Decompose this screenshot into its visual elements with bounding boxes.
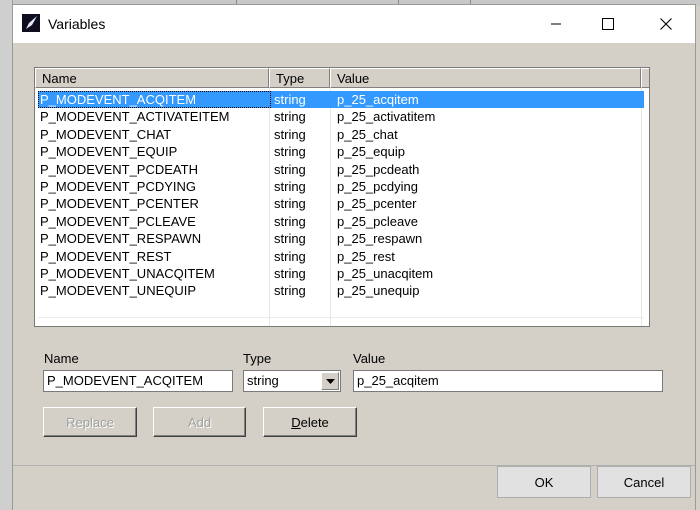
table-row[interactable]: P_MODEVENT_CHAT string p_25_chat bbox=[38, 126, 644, 143]
table-row[interactable]: P_MODEVENT_ACQITEM string p_25_acqitem bbox=[38, 91, 644, 108]
minimize-button[interactable] bbox=[527, 5, 585, 43]
row-type-cell: string bbox=[274, 213, 306, 229]
variables-list[interactable]: Name Type Value P_MODEVENT_ACQITEM string… bbox=[34, 67, 650, 327]
list-header: Name Type Value bbox=[35, 68, 649, 88]
type-select-value: string bbox=[247, 373, 279, 388]
row-name-cell: P_MODEVENT_CHAT bbox=[40, 126, 172, 142]
minimize-icon bbox=[551, 23, 561, 25]
close-icon bbox=[660, 18, 672, 30]
row-type-cell: string bbox=[274, 231, 306, 247]
row-type-cell: string bbox=[274, 179, 306, 194]
row-name-cell: P_MODEVENT_ACQITEM bbox=[40, 92, 197, 107]
value-label: Value bbox=[353, 351, 386, 366]
delete-button[interactable]: Delete bbox=[263, 407, 357, 437]
row-name-cell: P_MODEVENT_RESPAWN bbox=[40, 231, 202, 247]
row-value-cell: p_25_pcdeath bbox=[337, 161, 420, 177]
type-dropdown-button[interactable] bbox=[321, 372, 339, 390]
row-name-cell: P_MODEVENT_ACTIVATEITEM bbox=[40, 109, 230, 125]
table-row[interactable]: P_MODEVENT_UNEQUIP string p_25_unequip bbox=[38, 282, 644, 299]
row-name-cell: P_MODEVENT_UNEQUIP bbox=[40, 283, 197, 299]
row-name-cell: P_MODEVENT_PCDYING bbox=[40, 179, 197, 194]
row-type-cell: string bbox=[274, 196, 306, 212]
dialog-client-area: Name Type Value P_MODEVENT_ACQITEM string… bbox=[13, 43, 695, 465]
row-gridline bbox=[38, 317, 644, 319]
delete-label: elete bbox=[300, 414, 329, 430]
row-value-cell: p_25_acqitem bbox=[337, 92, 419, 107]
row-type-cell: string bbox=[274, 126, 306, 142]
table-row[interactable]: P_MODEVENT_EQUIP string p_25_equip bbox=[38, 143, 644, 160]
type-label: Type bbox=[243, 351, 272, 366]
column-header-type[interactable]: Type bbox=[269, 68, 330, 88]
row-value-cell: p_25_activatitem bbox=[337, 109, 436, 125]
row-value-cell: p_25_pcenter bbox=[337, 196, 417, 212]
window-title: Variables bbox=[48, 16, 106, 32]
delete-accelerator: D bbox=[291, 414, 301, 430]
table-row[interactable]: P_MODEVENT_PCDYING string p_25_pcdying bbox=[38, 178, 644, 195]
name-input[interactable]: P_MODEVENT_ACQITEM bbox=[43, 370, 233, 392]
row-value-cell: p_25_unacqitem bbox=[337, 266, 434, 281]
column-header-name[interactable]: Name bbox=[35, 68, 269, 88]
maximize-icon bbox=[602, 18, 614, 30]
row-value-cell: p_25_equip bbox=[337, 144, 405, 160]
table-row[interactable]: P_MODEVENT_PCLEAVE string p_25_pcleave bbox=[38, 213, 644, 230]
app-window-icon bbox=[22, 14, 40, 32]
name-label: Name bbox=[44, 351, 79, 366]
row-type-cell: string bbox=[274, 266, 306, 281]
row-value-cell: p_25_rest bbox=[337, 248, 395, 264]
close-button[interactable] bbox=[637, 5, 695, 43]
dialog-footer: OK Cancel bbox=[13, 465, 695, 510]
row-value-cell: p_25_chat bbox=[337, 126, 398, 142]
column-header-filler bbox=[641, 68, 649, 88]
value-input[interactable]: p_25_acqitem bbox=[353, 370, 663, 392]
row-type-cell: string bbox=[274, 109, 306, 125]
row-name-cell: P_MODEVENT_PCENTER bbox=[40, 196, 199, 212]
table-row[interactable]: P_MODEVENT_ACTIVATEITEM string p_25_activa… bbox=[38, 108, 644, 125]
row-name-cell: P_MODEVENT_PCLEAVE bbox=[40, 213, 196, 229]
column-header-value[interactable]: Value bbox=[330, 68, 641, 88]
variables-dialog: Variables Name Type Value P_MODEVENT_ACQ… bbox=[12, 4, 696, 510]
row-type-cell: string bbox=[274, 161, 306, 177]
table-row[interactable]: P_MODEVENT_RESPAWN string p_25_respawn bbox=[38, 230, 644, 247]
replace-button[interactable]: Replace bbox=[43, 407, 137, 437]
row-name-cell: P_MODEVENT_UNACQITEM bbox=[40, 266, 215, 281]
title-bar[interactable]: Variables bbox=[13, 5, 695, 43]
row-value-cell: p_25_unequip bbox=[337, 283, 420, 299]
row-name-cell: P_MODEVENT_REST bbox=[40, 248, 172, 264]
row-type-cell: string bbox=[274, 92, 306, 107]
row-name-cell: P_MODEVENT_EQUIP bbox=[40, 144, 178, 160]
table-row[interactable]: P_MODEVENT_UNACQITEM string p_25_unacqitem bbox=[38, 265, 644, 282]
add-button[interactable]: Add bbox=[153, 407, 246, 437]
table-row[interactable]: P_MODEVENT_PCENTER string p_25_pcenter bbox=[38, 195, 644, 212]
row-name-cell: P_MODEVENT_PCDEATH bbox=[40, 161, 198, 177]
cancel-button[interactable]: Cancel bbox=[597, 466, 691, 498]
row-value-cell: p_25_pcleave bbox=[337, 213, 418, 229]
row-type-cell: string bbox=[274, 248, 306, 264]
row-type-cell: string bbox=[274, 283, 306, 299]
row-value-cell: p_25_respawn bbox=[337, 231, 423, 247]
type-select[interactable]: string bbox=[243, 370, 341, 392]
ok-button[interactable]: OK bbox=[497, 466, 591, 498]
maximize-button[interactable] bbox=[579, 5, 637, 43]
chevron-down-icon bbox=[325, 378, 335, 384]
row-value-cell: p_25_pcdying bbox=[337, 179, 418, 194]
row-type-cell: string bbox=[274, 144, 306, 160]
table-row[interactable]: P_MODEVENT_REST string p_25_rest bbox=[38, 248, 644, 265]
table-row[interactable]: P_MODEVENT_PCDEATH string p_25_pcdeath bbox=[38, 161, 644, 178]
